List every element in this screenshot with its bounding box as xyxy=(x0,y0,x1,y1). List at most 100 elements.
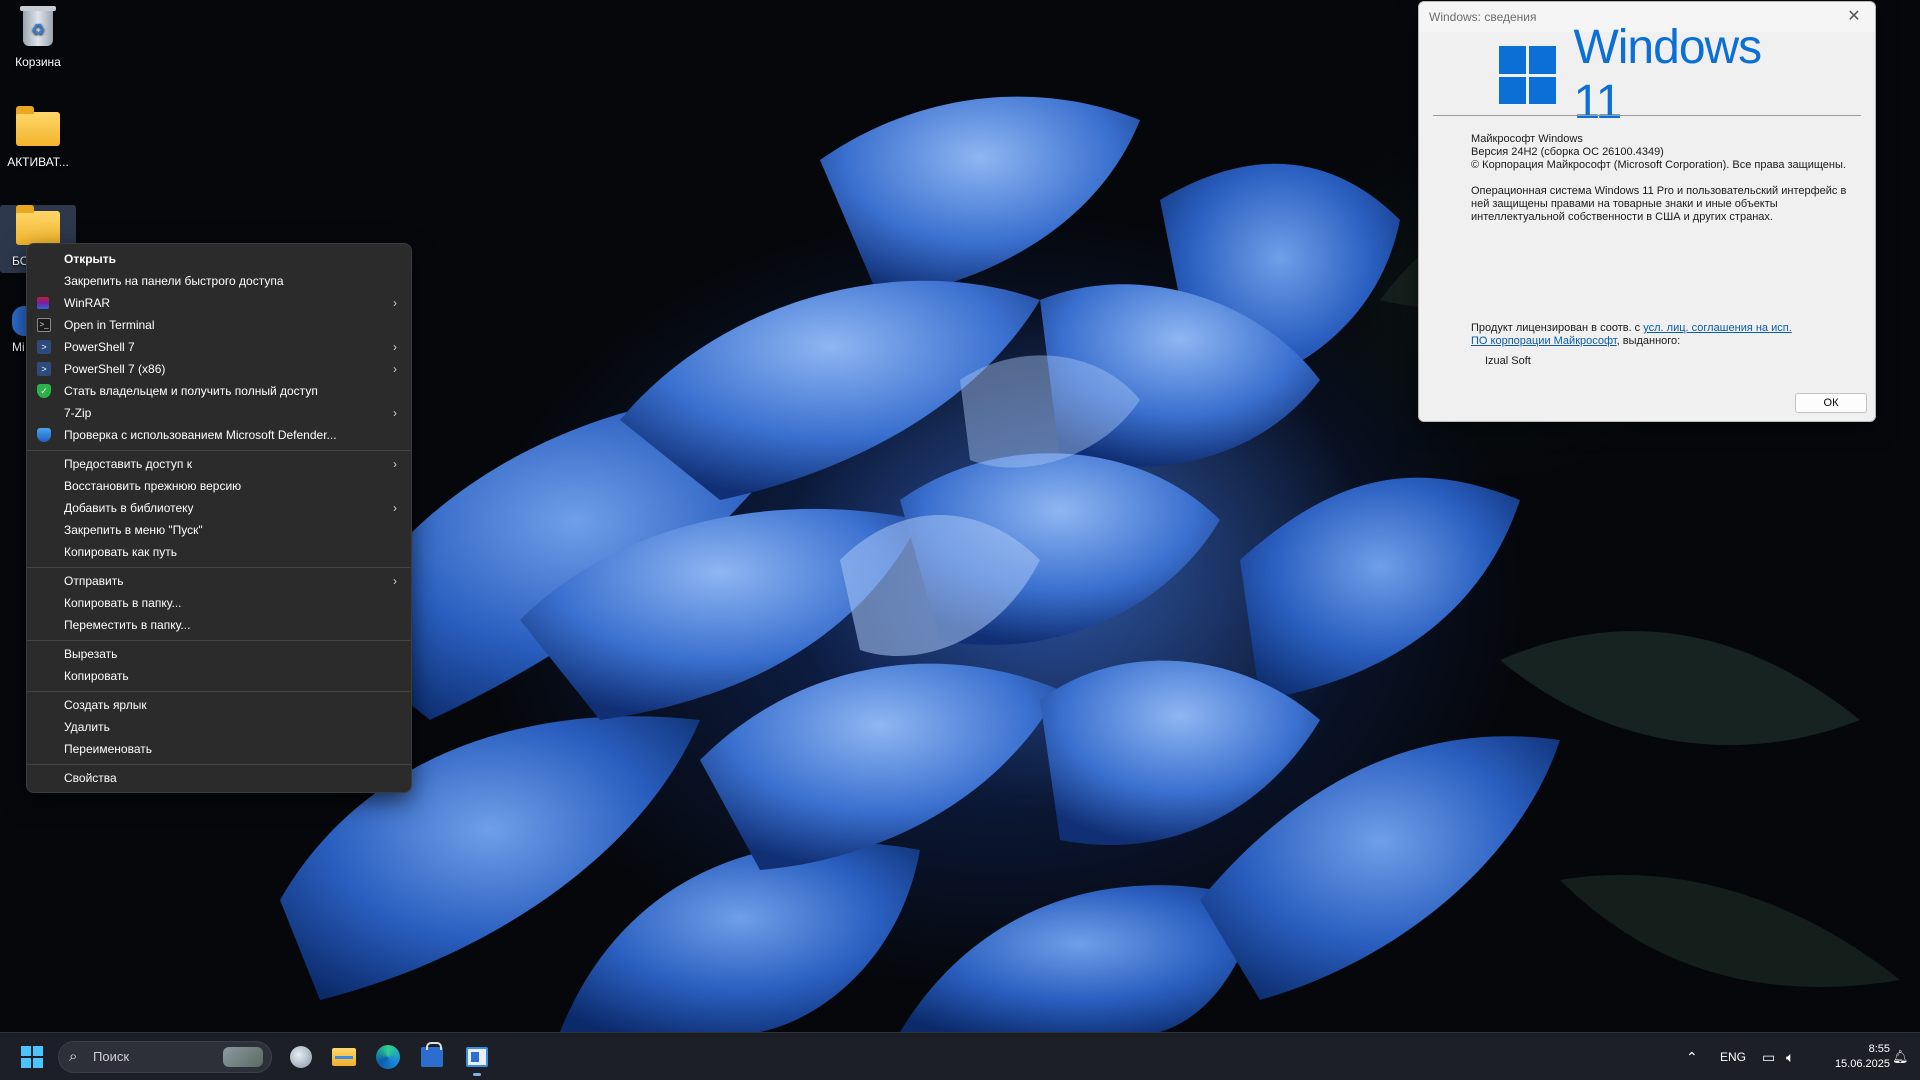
context-menu-item[interactable]: Переместить в папку... xyxy=(27,614,411,636)
context-menu-item[interactable]: Свойства xyxy=(27,767,411,789)
search-placeholder: Поиск xyxy=(93,1049,130,1064)
menu-separator xyxy=(27,691,411,692)
menu-separator xyxy=(27,567,411,568)
network-icon[interactable]: ▭ xyxy=(1762,1033,1775,1080)
context-menu-item[interactable]: Переименовать xyxy=(27,738,411,760)
taskbar-file-explorer[interactable] xyxy=(328,1041,360,1073)
chevron-right-icon: › xyxy=(393,574,397,588)
menu-item-label: PowerShell 7 (x86) xyxy=(64,362,166,376)
taskbar-store[interactable] xyxy=(416,1041,448,1073)
menu-item-label: Open in Terminal xyxy=(64,318,155,332)
search-highlight-icon xyxy=(223,1047,263,1067)
menu-item-label: Переименовать xyxy=(64,742,152,756)
powershell-icon: > xyxy=(37,362,51,376)
menu-item-label: Открыть xyxy=(64,252,117,266)
context-menu-item[interactable]: Копировать как путь xyxy=(27,541,411,563)
taskbar-widgets[interactable] xyxy=(285,1041,317,1073)
terminal-icon: >_ xyxy=(37,318,51,332)
menu-item-label: Проверка с использованием Microsoft Defe… xyxy=(64,428,337,442)
dialog-title: Windows: сведения xyxy=(1429,10,1537,24)
divider xyxy=(1433,115,1861,116)
menu-item-label: PowerShell 7 xyxy=(64,340,135,354)
license-prefix: Продукт лицензирован в соотв. с xyxy=(1471,322,1644,334)
desktop-icon-label: АКТИВАТ... xyxy=(7,155,69,169)
desktop-icon-label: Корзина xyxy=(15,55,61,69)
recycle-bin-icon: ♻ xyxy=(20,6,56,46)
context-menu-item[interactable]: Добавить в библиотеку › xyxy=(27,497,411,519)
trademark-text: Операционная система Windows 11 Pro и по… xyxy=(1471,185,1847,223)
menu-item-label: Стать владельцем и получить полный досту… xyxy=(64,384,318,398)
context-menu-item[interactable]: Копировать xyxy=(27,665,411,687)
desktop-icon-recycle-bin[interactable]: ♻ Корзина xyxy=(0,6,76,69)
taskbar-search-box[interactable]: ⌕ Поиск xyxy=(58,1041,272,1073)
input-language[interactable]: ENG xyxy=(1720,1033,1746,1080)
menu-item-label: Копировать как путь xyxy=(64,545,177,559)
license-suffix: , выданного: xyxy=(1616,335,1681,347)
desktop-icon-label: Mi xyxy=(12,340,25,354)
show-hidden-icons-chevron-up-icon[interactable]: ⌃ xyxy=(1686,1033,1698,1080)
menu-item-label: Вырезать xyxy=(64,647,118,661)
desktop-icon-folder-activator[interactable]: АКТИВАТ... xyxy=(0,106,76,169)
context-menu-item[interactable]: Отправить › xyxy=(27,570,411,592)
context-menu-item[interactable]: Проверка с использованием Microsoft Defe… xyxy=(27,424,411,446)
folder-icon xyxy=(16,205,60,245)
menu-separator xyxy=(27,640,411,641)
ok-button[interactable]: ОК xyxy=(1795,393,1867,413)
context-menu-item[interactable]: WinRAR › xyxy=(27,292,411,314)
active-app-indicator xyxy=(473,1073,481,1076)
context-menu-item[interactable]: Создать ярлык xyxy=(27,694,411,716)
chevron-right-icon: › xyxy=(393,501,397,515)
context-menu-item[interactable]: 7-Zip › xyxy=(27,402,411,424)
menu-separator xyxy=(27,764,411,765)
close-icon[interactable]: ✕ xyxy=(1839,2,1869,32)
taskbar: ⌕ Поиск ⌃ ENG ▭ 🔈︎ 8:55 15.06.2025 🔔︎ xyxy=(0,1032,1920,1080)
context-menu-item[interactable]: Закрепить в меню "Пуск" xyxy=(27,519,411,541)
menu-item-label: Копировать в папку... xyxy=(64,596,182,610)
menu-item-label: Удалить xyxy=(64,720,110,734)
winver-app-icon xyxy=(466,1047,488,1067)
context-menu-item[interactable]: > PowerShell 7 › xyxy=(27,336,411,358)
defender-shield-icon xyxy=(37,428,51,442)
context-menu-item[interactable]: ✓ Стать владельцем и получить полный дост… xyxy=(27,380,411,402)
taskbar-edge[interactable] xyxy=(372,1041,404,1073)
notifications-bell-icon[interactable]: 🔔︎ xyxy=(1892,1033,1909,1080)
desktop-icon-partial[interactable]: Mi xyxy=(0,306,34,354)
menu-item-label: Предоставить доступ к xyxy=(64,457,192,471)
clock-date: 15.06.2025 xyxy=(1834,1058,1890,1070)
menu-item-label: Переместить в папку... xyxy=(64,618,191,632)
taskbar-clock[interactable]: 8:55 15.06.2025 xyxy=(1810,1042,1890,1072)
context-menu: Открыть Закрепить на панели быстрого дост… xyxy=(26,243,412,793)
license-text: Продукт лицензирован в соотв. с усл. лиц… xyxy=(1471,322,1801,348)
context-menu-item[interactable]: >_ Open in Terminal xyxy=(27,314,411,336)
menu-item-label: Копировать xyxy=(64,669,129,683)
windows-logo-icon xyxy=(1499,46,1557,104)
edge-browser-icon xyxy=(376,1045,400,1069)
context-menu-item[interactable]: Восстановить прежнюю версию xyxy=(27,475,411,497)
folder-icon xyxy=(16,106,60,146)
context-menu-item[interactable]: Открыть xyxy=(27,248,411,270)
context-menu-item[interactable]: Удалить xyxy=(27,716,411,738)
chevron-right-icon: › xyxy=(393,457,397,471)
weather-widget-icon xyxy=(290,1046,312,1068)
winrar-icon xyxy=(37,297,49,309)
context-menu-item[interactable]: Вырезать xyxy=(27,643,411,665)
windows-logo-text: Windows 11 xyxy=(1573,21,1762,129)
chevron-right-icon: › xyxy=(393,362,397,376)
shield-check-icon: ✓ xyxy=(37,384,51,398)
start-button[interactable] xyxy=(16,1041,48,1073)
windows-logo-banner: Windows 11 xyxy=(1499,21,1819,129)
product-name: Майкрософт Windows xyxy=(1471,133,1583,145)
menu-separator xyxy=(27,450,411,451)
copyright-text: © Корпорация Майкрософт (Microsoft Corpo… xyxy=(1471,159,1846,171)
context-menu-item[interactable]: Копировать в папку... xyxy=(27,592,411,614)
context-menu-item[interactable]: > PowerShell 7 (x86) › xyxy=(27,358,411,380)
menu-item-label: WinRAR xyxy=(64,296,111,310)
windows-start-icon xyxy=(21,1046,43,1068)
taskbar-winver[interactable] xyxy=(461,1041,493,1073)
volume-icon[interactable]: 🔈︎ xyxy=(1786,1033,1794,1080)
chevron-right-icon: › xyxy=(393,340,397,354)
context-menu-item[interactable]: Закрепить на панели быстрого доступа xyxy=(27,270,411,292)
about-windows-dialog: Windows: сведения ✕ Windows 11 Майкрософ… xyxy=(1418,1,1876,422)
context-menu-item[interactable]: Предоставить доступ к › xyxy=(27,453,411,475)
menu-item-label: Закрепить на панели быстрого доступа xyxy=(64,274,284,288)
